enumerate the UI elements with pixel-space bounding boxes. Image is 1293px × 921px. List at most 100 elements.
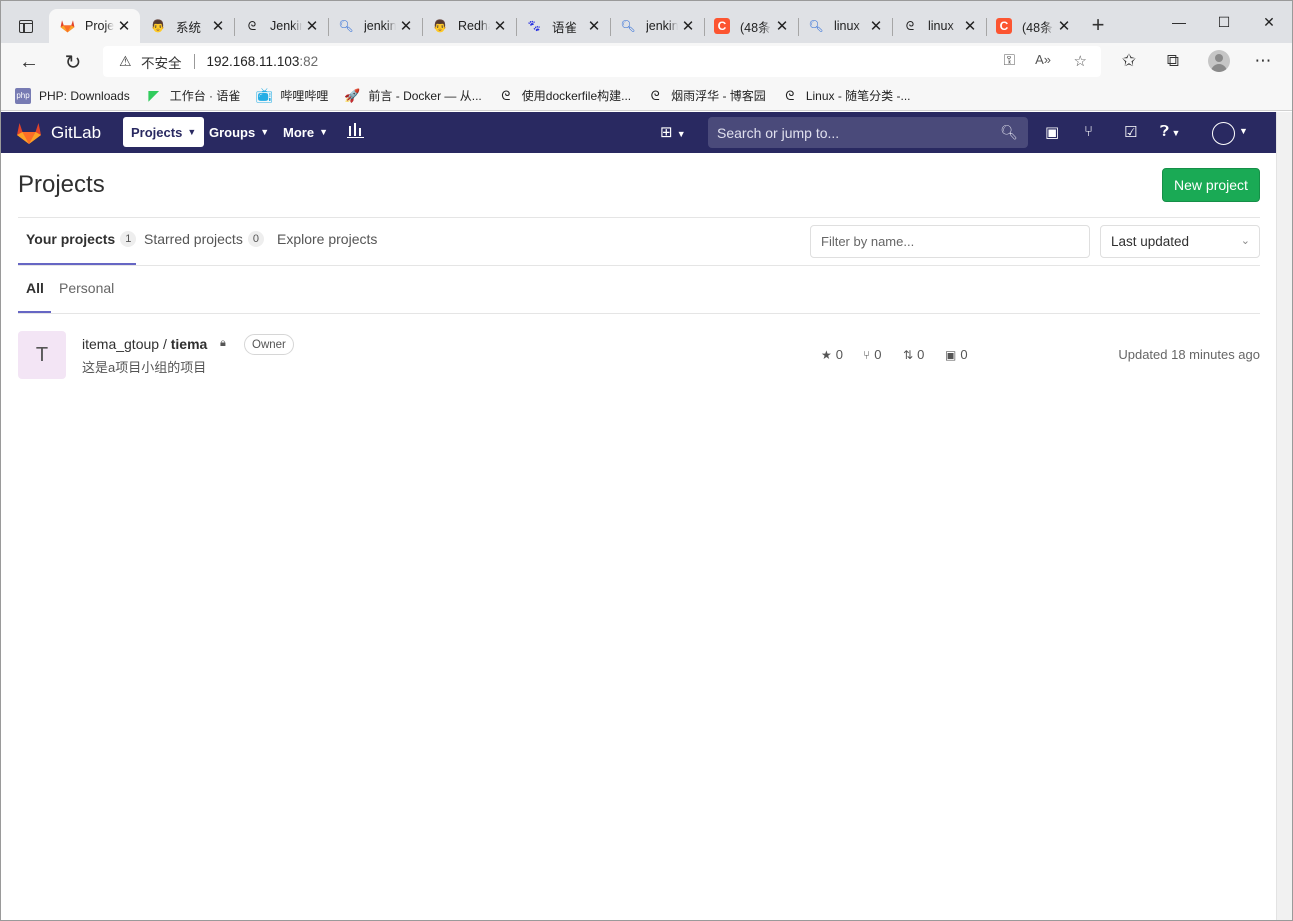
close-icon[interactable]: ✕ <box>114 17 134 35</box>
project-namespace: itema_gtoup / <box>82 336 171 352</box>
search-input[interactable]: Search or jump to... 🔍︎ <box>708 117 1028 148</box>
stars-count[interactable]: ★ 0 <box>821 347 843 362</box>
gitlab-navbar: GitLab Projects ▼ Groups ▼ More ▼ ⊞ ▼ Searc… <box>1 112 1276 153</box>
bookmark-item[interactable]: ◤ 工作台 · 语雀 <box>146 87 240 104</box>
stat-value: 0 <box>917 347 925 362</box>
bookmark-item[interactable]: 🚀 前言 - Docker — 从... <box>344 87 481 104</box>
new-tab-button[interactable]: + <box>1088 13 1108 37</box>
filter-input[interactable]: Filter by name... <box>810 225 1090 258</box>
issues-count[interactable]: ▣ 0 <box>945 347 968 362</box>
browser-tab[interactable]: ᘓ Jenkins ✕ <box>234 9 328 43</box>
project-description: 这是a项目小组的项目 <box>82 360 207 375</box>
tab-label: Explore projects <box>277 231 378 247</box>
issues-icon[interactable]: ▣ <box>1045 123 1059 141</box>
search-icon: 🔍︎ <box>808 19 824 33</box>
chevron-down-icon[interactable]: ▼ <box>1239 126 1248 136</box>
more-menu-icon[interactable]: ⋯ <box>1252 51 1274 71</box>
browser-tab[interactable]: C (48条 ✕ <box>704 9 798 43</box>
close-icon[interactable]: ✕ <box>1054 17 1074 35</box>
sort-label: Last updated <box>1111 234 1190 249</box>
tab-title: 系统 <box>176 20 202 35</box>
cnblogs-icon: ᘓ <box>247 18 257 33</box>
gitlab-home-link[interactable]: GitLab <box>16 121 101 145</box>
subtab-all[interactable]: All <box>26 280 44 296</box>
activity-chart-icon[interactable] <box>347 123 364 142</box>
bookmark-item[interactable]: php PHP: Downloads <box>15 87 130 104</box>
bookmark-label: 使用dockerfile构建... <box>521 89 632 103</box>
add-favorite-icon[interactable]: ☆ <box>1074 52 1087 70</box>
maximize-button[interactable]: ☐ <box>1201 1 1247 43</box>
tab-starred-projects[interactable]: Starred projects 0 <box>144 231 264 247</box>
tab-title: linux <box>834 19 860 33</box>
stat-value: 0 <box>960 347 968 362</box>
projects-menu[interactable]: Projects ▼ <box>123 117 205 147</box>
help-icon[interactable]: ❓︎ ▼ <box>1160 123 1180 140</box>
bookmark-item[interactable]: ᘓ 使用dockerfile构建... <box>498 87 631 104</box>
browser-tab[interactable]: ᘓ linux ✕ <box>892 9 986 43</box>
bookmark-label: Linux - 随笔分类 -... <box>805 89 911 103</box>
subtab-personal[interactable]: Personal <box>59 280 114 296</box>
browser-tab[interactable]: 👨 Redhat ✕ <box>422 9 516 43</box>
browser-toolbar: ← ↻ ⚠ 不安全 192.168.11.103 :82 ⚿ A» ☆ ✩ ⧉ … <box>1 43 1292 81</box>
tab-title: linux <box>928 19 954 33</box>
close-icon[interactable]: ✕ <box>772 17 792 35</box>
back-button[interactable]: ← <box>15 48 43 76</box>
tab-strip: Projects ✕ 👨 系统 ✕ ᘓ Jenkins ✕ 🔍︎ jenkins… <box>1 1 1292 43</box>
count-badge: 0 <box>247 231 264 247</box>
new-project-button[interactable]: New project <box>1162 168 1260 202</box>
tab-actions-button[interactable] <box>11 13 41 39</box>
profile-avatar[interactable] <box>1208 50 1230 72</box>
bookmark-item[interactable]: ᘓ Linux - 随笔分类 -... <box>782 87 911 104</box>
vertical-scrollbar[interactable] <box>1276 112 1292 920</box>
gitlab-brand: GitLab <box>51 122 102 142</box>
jenkins-avatar-icon: 👨 <box>150 19 166 33</box>
project-title-link[interactable]: itema_gtoup / tiema <box>82 336 207 352</box>
close-icon[interactable]: ✕ <box>208 17 228 35</box>
collections-icon[interactable]: ⧉ <box>1162 51 1184 71</box>
close-icon[interactable]: ✕ <box>678 17 698 35</box>
sort-dropdown[interactable]: Last updated ⌄ <box>1100 225 1260 258</box>
project-avatar[interactable]: T <box>18 331 66 379</box>
close-icon[interactable]: ✕ <box>584 17 604 35</box>
browser-tab[interactable]: C (48条 ✕ <box>986 9 1080 43</box>
browser-tab[interactable]: 🔍︎ jenkins ✕ <box>328 9 422 43</box>
bookmark-item[interactable]: ᘓ 烟雨浮华 - 博客园 <box>647 87 766 104</box>
close-icon[interactable]: ✕ <box>302 17 322 35</box>
browser-tab[interactable]: 👨 系统 ✕ <box>140 9 234 43</box>
close-icon[interactable]: ✕ <box>396 17 416 35</box>
forks-count[interactable]: ⑂ 0 <box>863 347 881 362</box>
close-icon[interactable]: ✕ <box>866 17 886 35</box>
read-aloud-icon[interactable]: A» <box>1035 52 1051 67</box>
bookmark-item[interactable]: 📺︎ 哔哩哔哩 <box>256 87 329 104</box>
yuque-icon: ◤ <box>148 87 160 103</box>
refresh-button[interactable]: ↻ <box>59 48 87 76</box>
chevron-down-icon: ▼ <box>187 127 197 137</box>
favorites-icon[interactable]: ✩ <box>1118 51 1140 71</box>
groups-menu[interactable]: Groups ▼ <box>201 117 277 147</box>
browser-tab[interactable]: 🔍︎ linux ✕ <box>798 9 892 43</box>
merge-requests-count[interactable]: ⇅ 0 <box>903 347 924 362</box>
close-icon[interactable]: ✕ <box>960 17 980 35</box>
new-item-icon[interactable]: ⊞ ▼ <box>660 123 686 141</box>
browser-tab[interactable]: 🐾︎ 语雀 ✕ <box>516 9 610 43</box>
divider <box>18 265 1260 266</box>
tab-explore-projects[interactable]: Explore projects <box>277 231 377 247</box>
merge-requests-icon[interactable]: ⑂ <box>1084 123 1093 140</box>
filter-placeholder: Filter by name... <box>821 234 915 249</box>
divider <box>193 54 195 69</box>
tab-your-projects[interactable]: Your projects 1 <box>26 231 137 247</box>
address-bar[interactable]: ⚠ 不安全 192.168.11.103 :82 ⚿ A» ☆ <box>103 46 1101 77</box>
browser-tab[interactable]: Projects ✕ <box>49 9 140 43</box>
tab-label: Your projects <box>26 231 116 247</box>
user-avatar[interactable] <box>1212 122 1235 145</box>
more-menu[interactable]: More ▼ <box>275 117 336 147</box>
cnblogs-icon: ᘓ <box>785 87 795 103</box>
todos-icon[interactable]: ☑ <box>1124 123 1137 141</box>
rocket-icon: 🚀 <box>344 87 361 103</box>
key-icon[interactable]: ⚿ <box>1004 52 1015 69</box>
browser-tab[interactable]: 🔍︎ jenkins ✕ <box>610 9 704 43</box>
bookmark-label: PHP: Downloads <box>39 88 130 103</box>
minimize-button[interactable]: — <box>1156 1 1202 43</box>
close-window-button[interactable]: ✕ <box>1246 1 1292 43</box>
close-icon[interactable]: ✕ <box>490 17 510 35</box>
